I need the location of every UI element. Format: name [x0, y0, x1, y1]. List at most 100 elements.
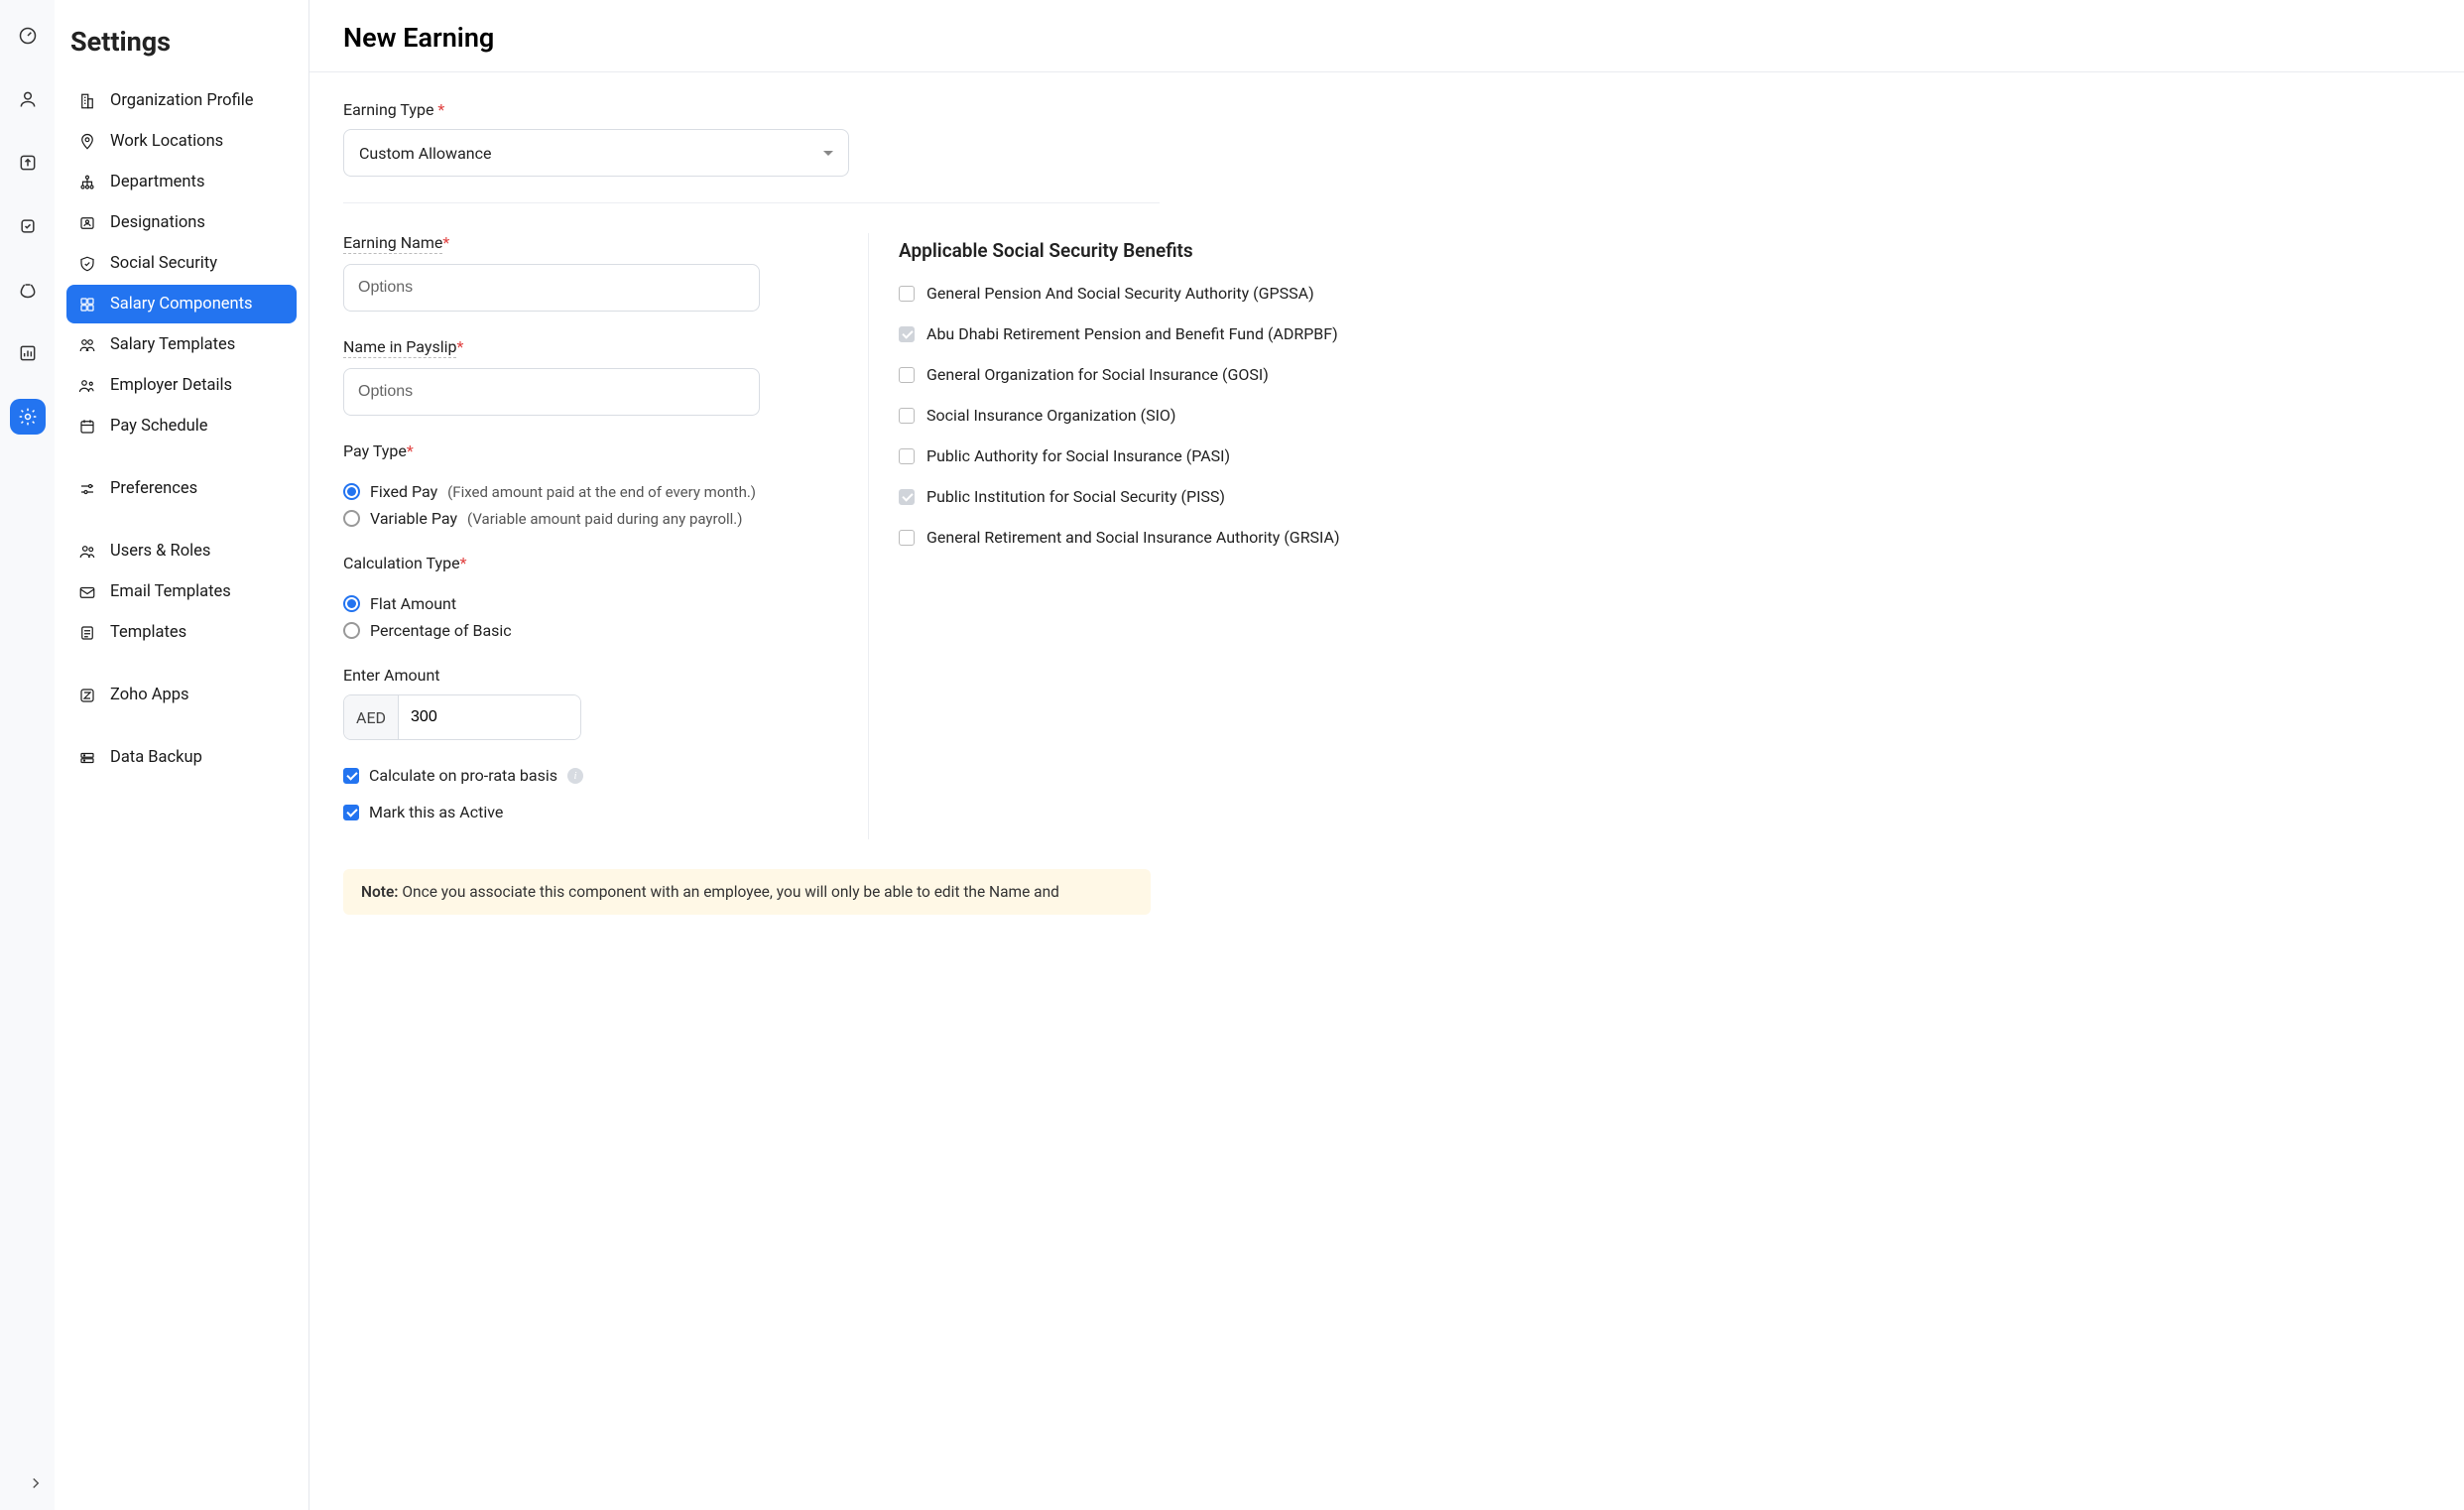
- earning-type-label: Earning Type: [343, 100, 433, 119]
- benefit-adrpbf[interactable]: Abu Dhabi Retirement Pension and Benefit…: [899, 324, 2430, 343]
- sidebar-item-salary-components[interactable]: Salary Components: [66, 285, 297, 323]
- checkbox-icon: [899, 286, 915, 302]
- radio-hint: (Variable amount paid during any payroll…: [467, 510, 742, 528]
- sidebar-item-label: Email Templates: [110, 582, 231, 601]
- checkbox-icon: [899, 408, 915, 424]
- page-title: New Earning: [343, 22, 2430, 54]
- backup-icon: [78, 749, 96, 767]
- sidebar-item-social-security[interactable]: Social Security: [66, 244, 297, 283]
- pay-type-fixed[interactable]: Fixed Pay (Fixed amount paid at the end …: [343, 482, 840, 501]
- building-icon: [78, 92, 96, 110]
- calc-type-label: Calculation Type: [343, 554, 460, 572]
- pay-type-variable[interactable]: Variable Pay (Variable amount paid durin…: [343, 509, 840, 528]
- earning-type-value: Custom Allowance: [359, 144, 491, 163]
- checkbox-icon: [343, 768, 359, 784]
- sidebar-item-label: Salary Components: [110, 295, 253, 314]
- rail-export-icon[interactable]: [10, 145, 46, 181]
- sidebar-item-designations[interactable]: Designations: [66, 203, 297, 242]
- sidebar-item-email-templates[interactable]: Email Templates: [66, 572, 297, 611]
- active-checkbox-row[interactable]: Mark this as Active: [343, 803, 840, 821]
- sidebar-item-label: Designations: [110, 213, 205, 232]
- radio-icon: [343, 595, 360, 612]
- sidebar-item-salary-templates[interactable]: Salary Templates: [66, 325, 297, 364]
- sidebar-item-label: Preferences: [110, 479, 197, 498]
- components-icon: [78, 296, 96, 314]
- id-card-icon: [78, 214, 96, 232]
- settings-sidebar: Settings Organization Profile Work Locat…: [55, 0, 309, 1510]
- benefit-label: General Organization for Social Insuranc…: [926, 365, 1269, 384]
- sidebar-item-departments[interactable]: Departments: [66, 163, 297, 201]
- rail-approval-icon[interactable]: [10, 208, 46, 244]
- main-content: New Earning Earning Type * Custom Allowa…: [309, 0, 2464, 1510]
- earning-name-label: Earning Name: [343, 233, 442, 254]
- benefit-label: General Retirement and Social Insurance …: [926, 528, 1340, 547]
- amount-input-group: AED: [343, 694, 581, 740]
- earning-type-select[interactable]: Custom Allowance: [343, 129, 849, 177]
- sidebar-item-users-roles[interactable]: Users & Roles: [66, 532, 297, 570]
- checkbox-icon: [899, 448, 915, 464]
- sidebar-title: Settings: [70, 26, 297, 58]
- calc-type-percentage[interactable]: Percentage of Basic: [343, 621, 840, 640]
- sidebar-item-employer-details[interactable]: Employer Details: [66, 366, 297, 405]
- z-apps-icon: [78, 687, 96, 704]
- benefit-gosi[interactable]: General Organization for Social Insuranc…: [899, 365, 2430, 384]
- sidebar-item-zoho-apps[interactable]: Zoho Apps: [66, 676, 297, 714]
- rail-money-icon[interactable]: [10, 272, 46, 308]
- sidebar-item-label: Pay Schedule: [110, 417, 208, 436]
- calc-type-flat[interactable]: Flat Amount: [343, 594, 840, 613]
- benefit-piss[interactable]: Public Institution for Social Security (…: [899, 487, 2430, 506]
- sidebar-item-pay-schedule[interactable]: Pay Schedule: [66, 407, 297, 445]
- note-prefix: Note:: [361, 883, 399, 901]
- rail-dashboard-icon[interactable]: [10, 18, 46, 54]
- note-box: Note: Once you associate this component …: [343, 869, 1151, 915]
- info-icon[interactable]: i: [567, 768, 583, 784]
- radio-label: Fixed Pay: [370, 482, 437, 501]
- sidebar-item-work-locations[interactable]: Work Locations: [66, 122, 297, 161]
- benefits-title: Applicable Social Security Benefits: [899, 239, 2430, 262]
- required-marker: *: [442, 233, 449, 252]
- rail-expand-icon[interactable]: [27, 1474, 45, 1496]
- payslip-name-label: Name in Payslip: [343, 337, 456, 358]
- icon-rail: [0, 0, 55, 1510]
- sidebar-item-label: Users & Roles: [110, 542, 210, 561]
- sidebar-item-label: Social Security: [110, 254, 217, 273]
- radio-label: Variable Pay: [370, 509, 457, 528]
- earning-name-input[interactable]: [343, 264, 760, 312]
- benefit-grsia[interactable]: General Retirement and Social Insurance …: [899, 528, 2430, 547]
- benefit-label: General Pension And Social Security Auth…: [926, 284, 1314, 303]
- radio-label: Flat Amount: [370, 594, 456, 613]
- rail-reports-icon[interactable]: [10, 335, 46, 371]
- amount-label: Enter Amount: [343, 666, 440, 685]
- pin-icon: [78, 133, 96, 151]
- template-icon: [78, 336, 96, 354]
- radio-icon: [343, 510, 360, 527]
- amount-input[interactable]: [399, 695, 581, 739]
- benefit-gpssa[interactable]: General Pension And Social Security Auth…: [899, 284, 2430, 303]
- sidebar-item-label: Departments: [110, 173, 204, 191]
- required-marker: *: [460, 554, 467, 572]
- checkbox-icon: [899, 326, 915, 342]
- sidebar-item-label: Organization Profile: [110, 91, 254, 110]
- checkbox-icon: [899, 530, 915, 546]
- checkbox-icon: [899, 489, 915, 505]
- required-marker: *: [456, 337, 463, 356]
- radio-label: Percentage of Basic: [370, 621, 512, 640]
- chevron-down-icon: [823, 151, 833, 156]
- prorata-checkbox-row[interactable]: Calculate on pro-rata basis i: [343, 766, 840, 785]
- benefit-label: Public Institution for Social Security (…: [926, 487, 1225, 506]
- sidebar-item-preferences[interactable]: Preferences: [66, 469, 297, 508]
- sidebar-item-organization-profile[interactable]: Organization Profile: [66, 81, 297, 120]
- prorata-label: Calculate on pro-rata basis: [369, 766, 557, 785]
- benefit-pasi[interactable]: Public Authority for Social Insurance (P…: [899, 446, 2430, 465]
- sidebar-item-templates[interactable]: Templates: [66, 613, 297, 652]
- page-header: New Earning: [309, 0, 2464, 72]
- tree-icon: [78, 174, 96, 191]
- sidebar-item-label: Zoho Apps: [110, 686, 189, 704]
- note-text: Once you associate this component with a…: [399, 883, 1059, 901]
- sidebar-item-data-backup[interactable]: Data Backup: [66, 738, 297, 777]
- radio-icon: [343, 483, 360, 500]
- rail-person-icon[interactable]: [10, 81, 46, 117]
- benefit-sio[interactable]: Social Insurance Organization (SIO): [899, 406, 2430, 425]
- payslip-name-input[interactable]: [343, 368, 760, 416]
- rail-settings-icon[interactable]: [10, 399, 46, 435]
